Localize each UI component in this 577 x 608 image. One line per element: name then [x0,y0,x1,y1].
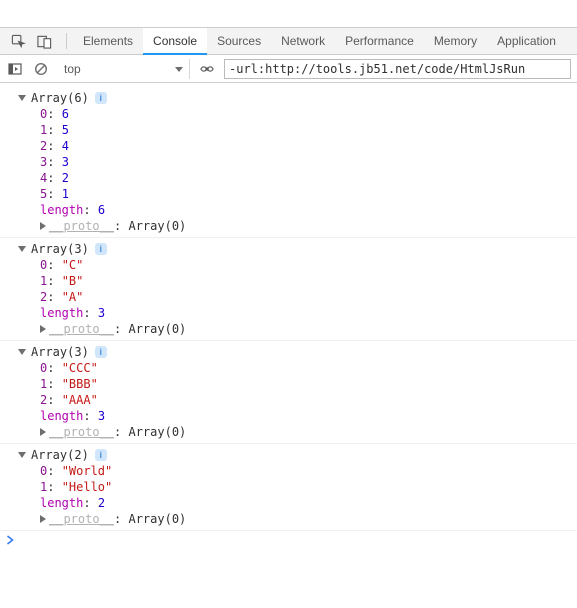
log-entry: Array(3) i 0: "C"1: "B"2: "A"length: 3__pr… [0,238,577,341]
array-item[interactable]: 4: 2 [40,170,577,186]
array-item[interactable]: 0: 6 [40,106,577,122]
console-prompt[interactable] [0,531,577,551]
array-item[interactable]: 5: 1 [40,186,577,202]
disclosure-right-icon [40,428,46,436]
info-icon[interactable]: i [95,346,107,358]
tab-network[interactable]: Network [271,28,335,55]
devtools-tabbar: Elements Console Sources Network Perform… [0,28,577,55]
array-header[interactable]: Array(2) i [18,447,577,463]
console-output: Array(6)i0: 61: 52: 43: 34: 25: 1length:… [0,83,577,531]
chevron-down-icon [175,62,183,76]
array-summary: Array(3) [31,241,89,257]
array-length[interactable]: length: 2 [40,495,577,511]
array-body: 0: "CCC"1: "BBB"2: "AAA"length: 3__proto… [18,360,577,440]
live-expression-icon[interactable] [198,60,216,78]
array-length[interactable]: length: 3 [40,408,577,424]
disclosure-down-icon [18,452,26,458]
array-item[interactable]: 0: "World" [40,463,577,479]
info-icon[interactable]: i [95,243,107,255]
array-body: 0: 61: 52: 43: 34: 25: 1length: 6__proto… [18,106,577,234]
window-blank-top [0,0,577,28]
array-item[interactable]: 0: "CCC" [40,360,577,376]
filter-input[interactable] [224,59,571,79]
array-item[interactable]: 2: "AAA" [40,392,577,408]
log-entry: Array(3) i 0: "CCC"1: "BBB"2: "AAA"length:… [0,341,577,444]
tab-application[interactable]: Application [487,28,566,55]
tab-memory[interactable]: Memory [424,28,487,55]
array-summary: Array(3) [31,344,89,360]
toggle-sidebar-icon[interactable] [6,60,24,78]
console-toolbar: top [0,55,577,83]
disclosure-down-icon [18,349,26,355]
array-item[interactable]: 1: "Hello" [40,479,577,495]
device-toggle-icon[interactable] [34,31,54,51]
inspect-element-icon[interactable] [8,31,28,51]
array-header[interactable]: Array(3) i [18,241,577,257]
log-entry: Array(6) i 0: 61: 52: 43: 34: 25: 1length:… [0,87,577,238]
array-summary: Array(2) [31,447,89,463]
disclosure-down-icon [18,95,26,101]
context-label: top [64,62,81,76]
disclosure-down-icon [18,246,26,252]
divider [66,33,67,49]
tab-console[interactable]: Console [143,28,207,55]
disclosure-right-icon [40,325,46,333]
context-selector[interactable]: top [58,59,190,79]
array-proto[interactable]: __proto__: Array(0) [40,321,577,337]
array-item[interactable]: 2: "A" [40,289,577,305]
array-length[interactable]: length: 6 [40,202,577,218]
array-proto[interactable]: __proto__: Array(0) [40,511,577,527]
array-proto[interactable]: __proto__: Array(0) [40,218,577,234]
disclosure-right-icon [40,515,46,523]
tab-sources[interactable]: Sources [207,28,271,55]
array-header[interactable]: Array(6) i [18,90,577,106]
array-length[interactable]: length: 3 [40,305,577,321]
log-entry: Array(2) i 0: "World"1: "Hello"length: 2__… [0,444,577,531]
info-icon[interactable]: i [95,449,107,461]
array-body: 0: "C"1: "B"2: "A"length: 3__proto__: Ar… [18,257,577,337]
clear-console-icon[interactable] [32,60,50,78]
array-item[interactable]: 2: 4 [40,138,577,154]
tab-elements[interactable]: Elements [73,28,143,55]
disclosure-right-icon [40,222,46,230]
tab-performance[interactable]: Performance [335,28,424,55]
array-proto[interactable]: __proto__: Array(0) [40,424,577,440]
array-body: 0: "World"1: "Hello"length: 2__proto__: … [18,463,577,527]
array-item[interactable]: 1: "BBB" [40,376,577,392]
array-header[interactable]: Array(3) i [18,344,577,360]
array-item[interactable]: 0: "C" [40,257,577,273]
array-item[interactable]: 1: "B" [40,273,577,289]
info-icon[interactable]: i [95,92,107,104]
array-item[interactable]: 1: 5 [40,122,577,138]
array-summary: Array(6) [31,90,89,106]
array-item[interactable]: 3: 3 [40,154,577,170]
